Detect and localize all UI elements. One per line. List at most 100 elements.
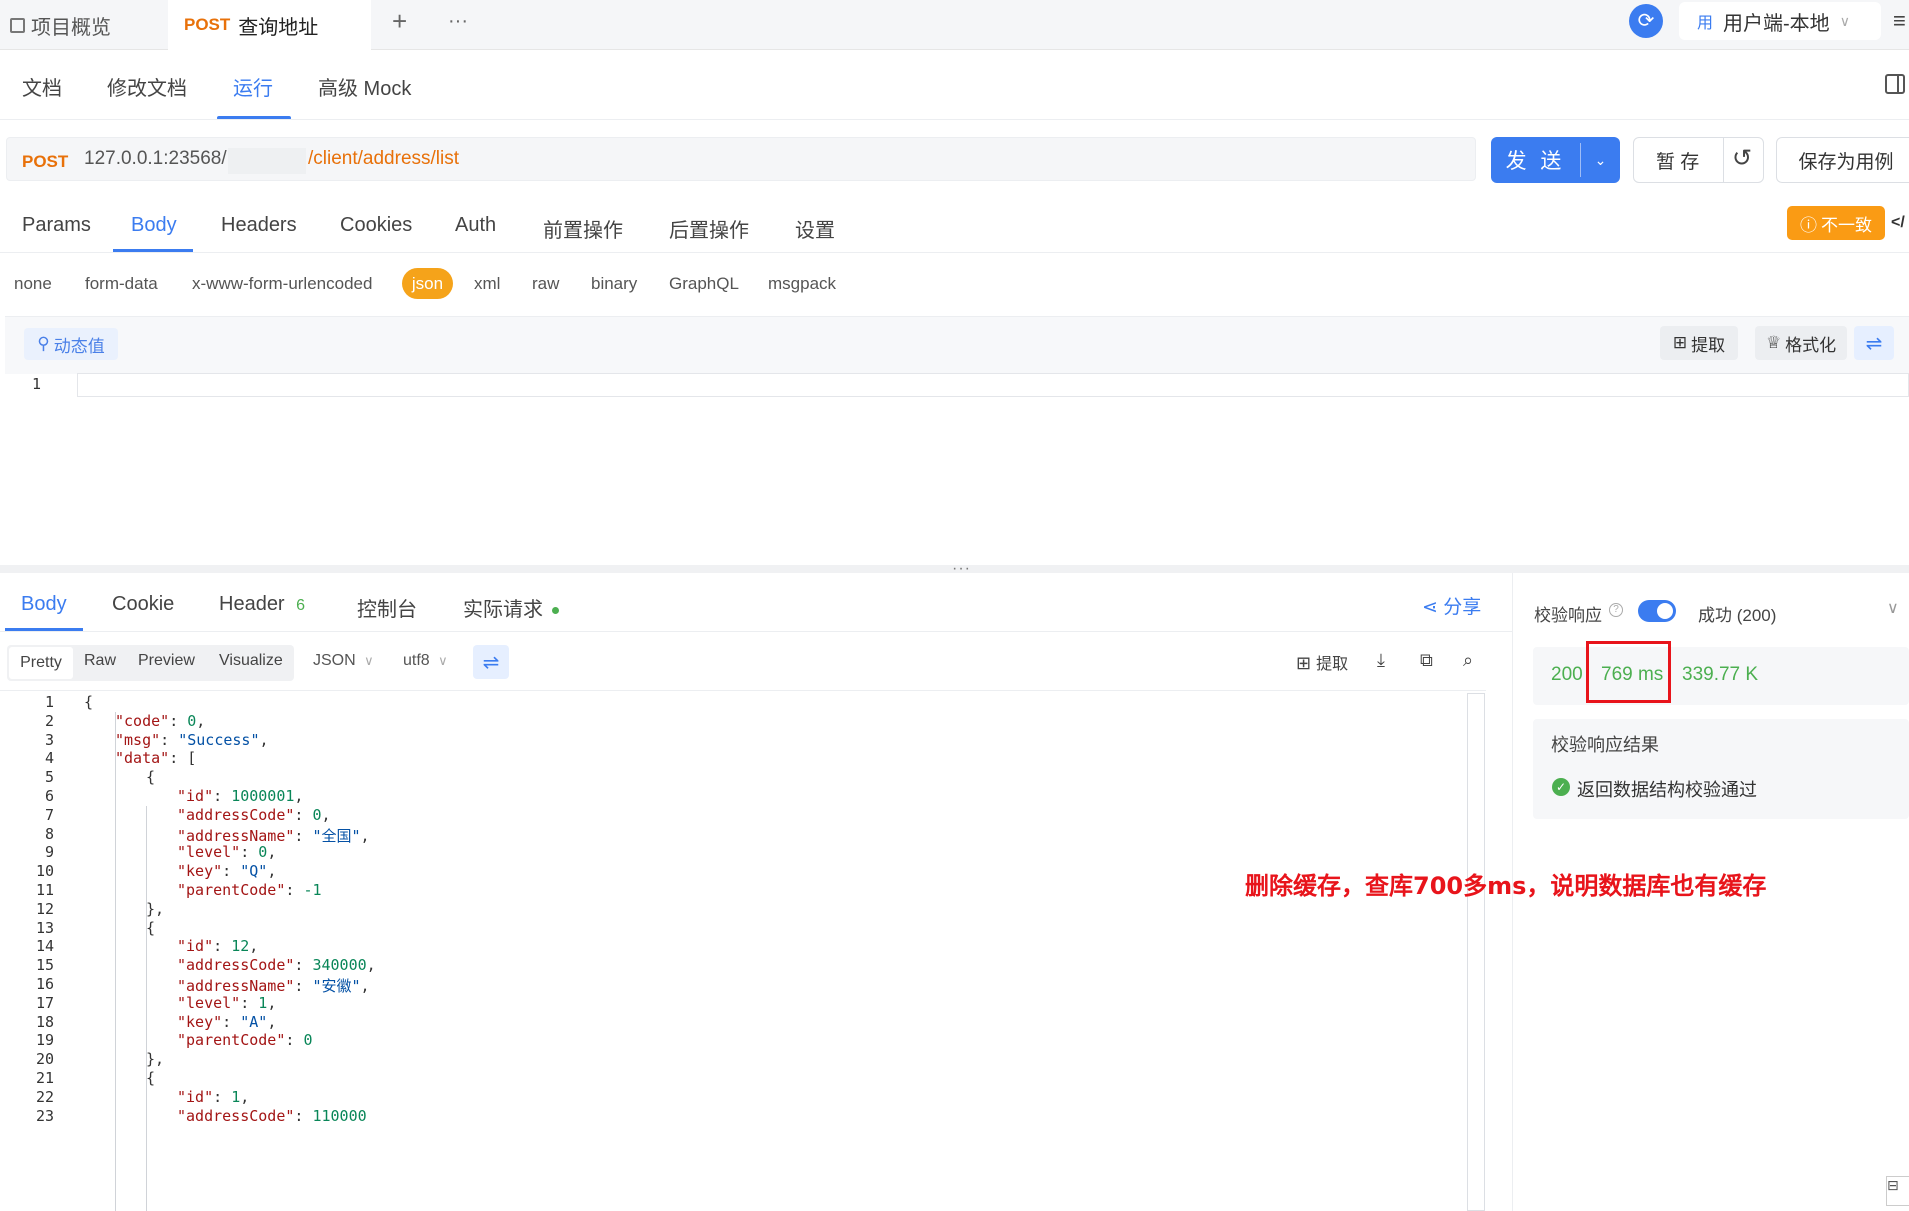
chevron-down-icon[interactable]: ⌄ xyxy=(1581,137,1620,183)
validate-response-label: 校验响应 xyxy=(1534,606,1602,625)
url-method[interactable]: POST xyxy=(22,152,68,172)
send-button-label[interactable]: 发 送 xyxy=(1491,137,1580,183)
tab-project-overview[interactable]: 项目概览 xyxy=(0,0,168,50)
view-mode-raw[interactable]: Raw xyxy=(84,652,116,670)
subnav-doc[interactable]: 文档 xyxy=(22,72,62,101)
format-label: 格式化 xyxy=(1785,335,1837,355)
inconsistent-badge[interactable]: ⓘ 不一致 xyxy=(1787,206,1885,240)
validation-status[interactable]: 成功 (200) xyxy=(1698,601,1776,626)
view-mode-pretty[interactable]: Pretty xyxy=(9,647,73,679)
code-line: "id": 1000001, xyxy=(177,787,304,805)
code-line-number: 18 xyxy=(35,1012,54,1031)
chevron-down-icon[interactable]: ∨ xyxy=(1887,598,1899,618)
warning-icon: ⓘ xyxy=(1800,215,1817,235)
view-mode-visualize[interactable]: Visualize xyxy=(219,652,283,670)
overview-icon xyxy=(10,17,25,33)
code-line: "level": 1, xyxy=(177,993,277,1012)
save-as-case-button[interactable]: 保存为用例 xyxy=(1776,137,1909,183)
tab-params[interactable]: Params xyxy=(22,214,91,237)
menu-icon[interactable]: ≡ xyxy=(1893,8,1906,34)
tab-request-name: 查询地址 xyxy=(238,16,319,39)
share-button[interactable]: ⋖ 分享 xyxy=(1422,592,1481,619)
code-line-number: 17 xyxy=(35,993,54,1012)
url-path: /client/address/list xyxy=(308,148,460,169)
editor-toolbar xyxy=(5,316,1909,374)
format-dropdown[interactable]: JSON ∨ xyxy=(313,652,374,670)
code-line-number: 1 xyxy=(44,693,54,711)
response-tab-console[interactable]: 控制台 xyxy=(357,593,417,622)
highlight-box xyxy=(1586,641,1671,703)
search-icon[interactable]: ⌕ xyxy=(1463,650,1473,671)
encoding-dropdown[interactable]: utf8 ∨ xyxy=(403,652,448,670)
response-extract-button[interactable]: ⊞ 提取 xyxy=(1296,650,1348,674)
code-line-number: 21 xyxy=(35,1069,54,1087)
code-line: "parentCode": -1 xyxy=(177,881,322,899)
code-line-number: 15 xyxy=(35,956,54,975)
subnav-run[interactable]: 运行 xyxy=(233,72,273,101)
view-mode-preview[interactable]: Preview xyxy=(138,652,195,670)
code-line-number: 23 xyxy=(35,1106,54,1125)
toggle-knob xyxy=(1657,603,1673,619)
word-wrap-icon[interactable]: ⇌ xyxy=(1854,326,1894,360)
subnav-edit-doc[interactable]: 修改文档 xyxy=(107,72,187,101)
dynamic-value-button[interactable]: ⚲ 动态值 xyxy=(24,328,118,360)
add-tab-button[interactable]: + xyxy=(392,6,407,37)
subnav-advanced-mock[interactable]: 高级 Mock xyxy=(318,72,411,101)
body-type-xml[interactable]: xml xyxy=(474,274,500,294)
more-icon[interactable]: ··· xyxy=(448,10,468,33)
save-as-case-label: 保存为用例 xyxy=(1798,151,1894,173)
code-line: "id": 1, xyxy=(177,1087,250,1106)
annotation-text: 删除缓存，查库700多ms，说明数据库也有缓存 xyxy=(1245,872,1767,900)
help-icon[interactable]: ? xyxy=(1609,603,1623,617)
body-type-urlencoded[interactable]: x-www-form-urlencoded xyxy=(192,274,372,294)
response-tab-cookie[interactable]: Cookie xyxy=(112,593,174,616)
scrollbar[interactable] xyxy=(1467,693,1485,1211)
tab-pre-operations[interactable]: 前置操作 xyxy=(543,214,623,243)
copy-icon[interactable]: ⧉ xyxy=(1420,650,1433,671)
reset-icon[interactable]: ↺ xyxy=(1732,144,1752,173)
body-type-form-data[interactable]: form-data xyxy=(85,274,158,294)
code-line: }, xyxy=(146,899,165,918)
tab-settings[interactable]: 设置 xyxy=(795,214,835,243)
tab-auth[interactable]: Auth xyxy=(455,214,496,237)
word-wrap-icon[interactable]: ⇌ xyxy=(473,645,509,679)
code-line: { xyxy=(146,768,156,787)
send-button[interactable]: 发 送 ⌄ xyxy=(1491,137,1620,183)
divider xyxy=(0,252,1909,253)
code-line-number: 11 xyxy=(35,881,54,899)
environment-select[interactable]: 用 用户端-本地 ∨ xyxy=(1679,2,1881,40)
response-tab-header[interactable]: Header 6 xyxy=(219,593,305,616)
body-type-msgpack[interactable]: msgpack xyxy=(768,274,836,294)
url-redacted-segment xyxy=(228,148,306,174)
format-icon: ♕ xyxy=(1765,333,1782,352)
body-type-binary[interactable]: binary xyxy=(591,274,637,294)
format-button[interactable]: ♕ 格式化 xyxy=(1755,326,1847,360)
tab-body[interactable]: Body xyxy=(131,214,177,237)
validation-result-text: 返回数据结构校验通过 xyxy=(1577,780,1757,800)
body-type-raw[interactable]: raw xyxy=(532,274,559,294)
body-type-graphql[interactable]: GraphQL xyxy=(669,274,739,294)
panel-expand-icon[interactable]: ⊟ xyxy=(1886,1176,1909,1206)
extract-button[interactable]: ⊞ 提取 xyxy=(1660,326,1738,360)
request-body-editor[interactable] xyxy=(77,373,1909,397)
drag-handle-icon[interactable]: ··· xyxy=(952,560,971,578)
download-icon[interactable]: ⤓ xyxy=(1377,650,1385,671)
layout-panel-icon[interactable] xyxy=(1885,74,1905,94)
code-line: "key": "Q", xyxy=(177,862,277,881)
tab-headers[interactable]: Headers xyxy=(221,214,297,237)
tab-request[interactable]: POST 查询地址 xyxy=(168,0,371,50)
code-line: "key": "A", xyxy=(177,1012,277,1031)
response-tab-actual-request[interactable]: 实际请求 xyxy=(463,593,559,622)
divider xyxy=(0,119,1909,120)
code-icon[interactable]: </ xyxy=(1891,214,1905,232)
body-type-none[interactable]: none xyxy=(14,274,52,294)
response-tab-body[interactable]: Body xyxy=(21,593,67,616)
tab-cookies[interactable]: Cookies xyxy=(340,214,412,237)
code-line: "code": 0, xyxy=(115,711,206,730)
validation-result-title: 校验响应结果 xyxy=(1551,735,1659,755)
sync-icon[interactable]: ⟳ xyxy=(1629,4,1663,38)
extract-label: 提取 xyxy=(1691,335,1726,355)
body-type-json[interactable]: json xyxy=(402,268,453,299)
code-line: "level": 0, xyxy=(177,843,277,862)
tab-post-operations[interactable]: 后置操作 xyxy=(669,214,749,243)
